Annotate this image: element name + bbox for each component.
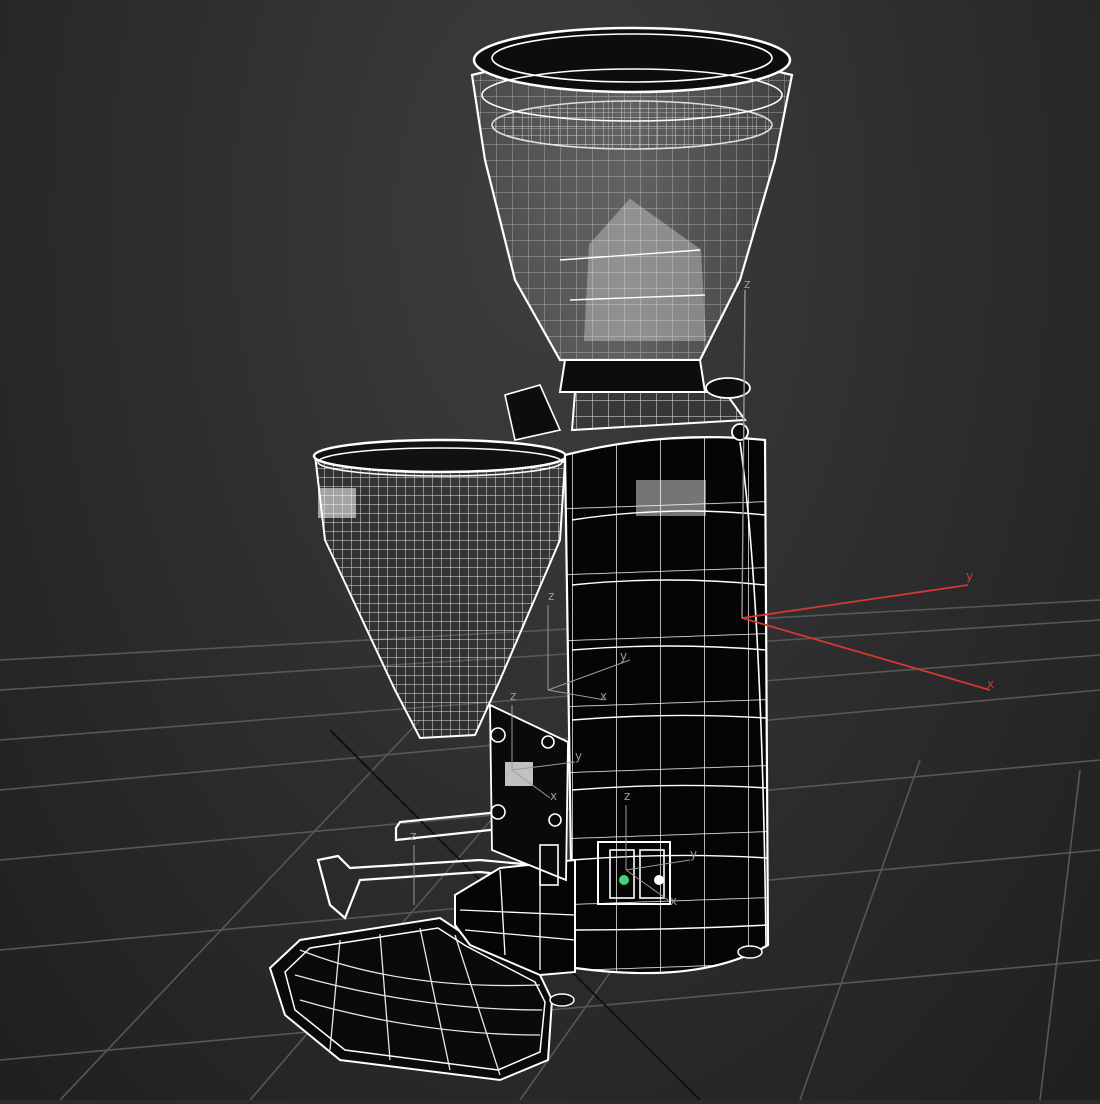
gizmo-y-label-small: y (575, 749, 582, 763)
gizmo-z-label-small: z (624, 789, 630, 803)
grid-line (1039, 769, 1081, 1101)
gizmo-x-label-small: x (600, 689, 607, 703)
gizmo-x-label: x (987, 677, 994, 691)
gizmo-y-label: y (966, 569, 973, 583)
body-label-icon (636, 480, 706, 516)
grid-line (799, 759, 921, 1101)
gizmo-x-label-small: x (670, 894, 677, 908)
gizmo-z-label: z (744, 277, 750, 291)
gizmo-y-label-small: y (620, 649, 627, 663)
viewport-canvas[interactable]: y x z z y x z y x z y x z (0, 0, 1100, 1101)
hopper-model[interactable] (312, 438, 568, 740)
gizmo-z-label-small: z (548, 589, 554, 603)
gizmo-y-label-small: y (690, 847, 697, 861)
gizmo-x-label-small: x (550, 789, 557, 803)
gizmo-z-label-small: z (410, 829, 416, 843)
3d-viewport[interactable]: y x z z y x z y x z y x z (0, 0, 1100, 1101)
grid-line (0, 654, 1100, 741)
gizmo-z-label-small: z (510, 689, 516, 703)
